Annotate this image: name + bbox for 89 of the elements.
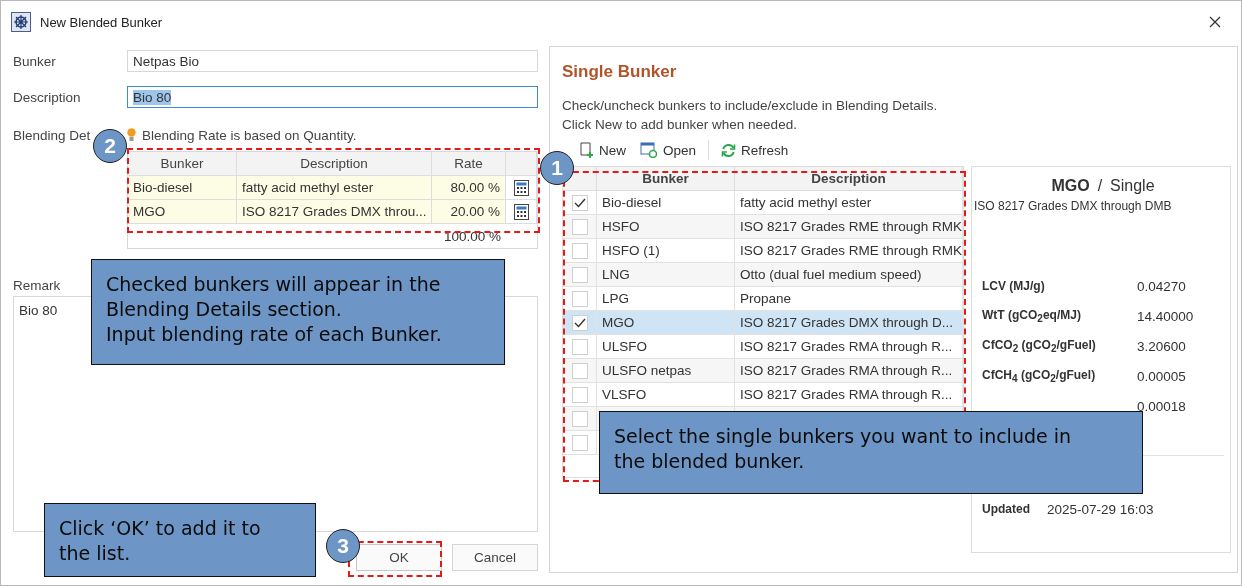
table-cell: LNG [602,267,630,282]
table-cell: HSFO (1) [602,243,660,258]
refresh-button[interactable]: Refresh [719,142,791,158]
bunker-type: Single [1110,177,1155,195]
table-cell: fatty acid methyl ester [237,176,432,200]
bunker-field[interactable]: Netpas Bio [127,50,538,72]
checkbox[interactable] [571,410,588,427]
calculator-icon[interactable] [513,203,529,220]
table-cell: ISO 8217 Grades RME through RMK [740,219,962,234]
field-label: Description [13,89,82,105]
cancel-button[interactable]: Cancel [452,544,538,571]
bunker-name: MGO [1051,177,1090,195]
lightbulb-icon [127,128,136,142]
property-value: 3.20600 [1137,338,1186,354]
table-row[interactable]: LNG Otto (dual fuel medium speed) [563,263,963,287]
field-label: Blending Det [13,127,92,143]
property-label: WtT (gCO$_{2}$eq/MJ) [982,307,1081,322]
checkbox[interactable] [571,242,588,259]
checkbox[interactable] [571,218,588,235]
ship-wheel-icon [11,12,31,32]
table-row[interactable]: HSFO ISO 8217 Grades RME through RMK [563,215,963,239]
table-cell: ULSFO [602,339,647,354]
table-cell: ISO 8217 Grades DMX throu... [237,200,432,224]
hint-text: Blending Rate is based on Quantity. [142,127,357,143]
table-cell: Propane [740,291,792,306]
table-cell: ISO 8217 Grades RME through RMK [740,243,962,258]
table-row[interactable]: MGO ISO 8217 Grades DMX through D... [563,311,963,335]
calculator-icon[interactable] [513,179,529,196]
property-value: 0.04270 [1137,278,1186,294]
checkbox[interactable] [571,362,588,379]
table-cell: ISO 8217 Grades RMA through R... [740,363,953,378]
description-field[interactable]: Bio 80 [127,86,538,108]
checkbox[interactable] [571,314,588,331]
table-cell: Bio-diesel [128,176,237,200]
table-cell: 20.00 % [432,200,506,224]
checkbox[interactable] [571,338,588,355]
table-cell: ISO 8217 Grades DMX through D... [740,315,954,330]
new-document-icon [580,142,594,158]
column-header: Bunker [597,167,735,191]
separator-text: / [1097,177,1103,195]
window-title: New Blended Bunker [40,14,164,30]
close-icon[interactable] [1209,16,1221,28]
window-add-icon [640,142,658,158]
total-rate: 100.00 % [443,228,501,244]
table-cell: HSFO [602,219,640,234]
table-cell: Bio-diesel [602,195,662,210]
refresh-icon [721,142,737,158]
table-cell: ISO 8217 Grades RMA through R... [740,387,953,402]
table-cell: 80.00 % [432,176,506,200]
callout-text: Input blending rate of each Bunker. [106,322,443,347]
table-cell: fatty acid methyl ester [740,195,872,210]
instruction-text: Click New to add bunker when needed. [562,116,798,134]
column-header: Description [735,167,963,191]
checkbox[interactable] [571,266,588,283]
property-value: 2025-07-29 16:03 [1047,501,1154,517]
checkbox[interactable] [571,290,588,307]
property-label: CfCH$_{4}$ (gCO$_{2}$/gFuel) [982,367,1096,382]
callout-text: Blending Details section. [106,297,343,322]
section-title: Single Bunker [562,62,678,83]
table-row[interactable]: ULSFO netpas ISO 8217 Grades RMA through R... [563,359,963,383]
callout-text: Checked bunkers will appear in the [106,272,442,297]
property-value: 0.00018 [1137,398,1186,414]
ok-button[interactable]: OK [356,544,442,571]
step-number: 2 [93,129,127,163]
property-label: LCV (MJ/g) [982,279,1045,293]
checkbox[interactable] [571,434,588,451]
new-button[interactable]: New [578,142,628,158]
table-cell: VLSFO [602,387,647,402]
callout-text: the blended bunker. [614,449,806,474]
checkbox[interactable] [571,194,588,211]
step-number: 3 [326,529,360,563]
table-cell: ULSFO netpas [602,363,692,378]
callout-text: Select the single bunkers you want to include in [614,424,1073,449]
table-cell: LPG [602,291,629,306]
table-cell: ISO 8217 Grades RMA through R... [740,339,953,354]
field-label: Bunker [13,53,57,69]
callout-text: the list. [59,541,132,566]
property-label: CfCO$_{2}$ (gCO$_{2}$/gFuel) [982,337,1096,352]
step-number: 1 [540,151,574,185]
bunker-description: ISO 8217 Grades DMX through DMB [974,199,1173,213]
property-value: 14.40000 [1137,308,1194,324]
property-label: Updated [982,502,1031,516]
table-cell: MGO [128,200,237,224]
instruction-text: Check/uncheck bunkers to include/exclude in Blending Details. [562,97,939,115]
property-value: 0.00005 [1137,368,1186,384]
table-cell: MGO [602,315,635,330]
open-button[interactable]: Open [638,142,699,158]
checkbox[interactable] [571,386,588,403]
table-cell: Otto (dual fuel medium speed) [740,267,922,282]
